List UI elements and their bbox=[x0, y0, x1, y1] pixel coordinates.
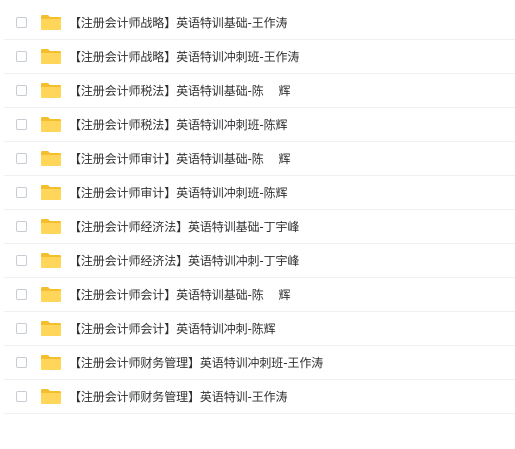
row-checkbox[interactable] bbox=[16, 289, 27, 300]
file-row[interactable]: 【注册会计师经济法】英语特训基础-丁宇峰 bbox=[4, 210, 515, 244]
file-row[interactable]: 【注册会计师财务管理】英语特训-王作涛 bbox=[4, 380, 515, 414]
row-checkbox[interactable] bbox=[16, 187, 27, 198]
folder-icon bbox=[40, 388, 62, 405]
file-name[interactable]: 【注册会计师审计】英语特训基础-陈 辉 bbox=[69, 152, 290, 166]
file-name[interactable]: 【注册会计师会计】英语特训冲刺-陈辉 bbox=[69, 322, 276, 336]
file-name[interactable]: 【注册会计师经济法】英语特训冲刺-丁宇峰 bbox=[69, 254, 299, 268]
row-checkbox[interactable] bbox=[16, 323, 27, 334]
row-checkbox[interactable] bbox=[16, 17, 27, 28]
row-checkbox[interactable] bbox=[16, 85, 27, 96]
file-name[interactable]: 【注册会计师会计】英语特训基础-陈 辉 bbox=[69, 288, 290, 302]
folder-icon bbox=[40, 252, 62, 269]
file-row[interactable]: 【注册会计师战略】英语特训基础-王作涛 bbox=[4, 6, 515, 40]
file-name[interactable]: 【注册会计师税法】英语特训基础-陈 辉 bbox=[69, 84, 290, 98]
folder-icon bbox=[40, 286, 62, 303]
folder-icon bbox=[40, 48, 62, 65]
file-row[interactable]: 【注册会计师战略】英语特训冲刺班-王作涛 bbox=[4, 40, 515, 74]
file-name[interactable]: 【注册会计师财务管理】英语特训冲刺班-王作涛 bbox=[69, 356, 323, 370]
file-name[interactable]: 【注册会计师战略】英语特训基础-王作涛 bbox=[69, 16, 288, 30]
file-row[interactable]: 【注册会计师审计】英语特训冲刺班-陈辉 bbox=[4, 176, 515, 210]
folder-icon bbox=[40, 14, 62, 31]
folder-icon bbox=[40, 184, 62, 201]
file-list: 【注册会计师战略】英语特训基础-王作涛 【注册会计师战略】英语特训冲刺班-王作涛【… bbox=[0, 6, 515, 449]
file-name[interactable]: 【注册会计师财务管理】英语特训-王作涛 bbox=[69, 390, 288, 404]
folder-icon bbox=[40, 82, 62, 99]
folder-icon bbox=[40, 320, 62, 337]
folder-icon bbox=[40, 218, 62, 235]
file-row[interactable]: 【注册会计师会计】英语特训冲刺-陈辉 bbox=[4, 312, 515, 346]
file-row[interactable]: 【注册会计师经济法】英语特训冲刺-丁宇峰 bbox=[4, 244, 515, 278]
row-checkbox[interactable] bbox=[16, 255, 27, 266]
file-name[interactable]: 【注册会计师税法】英语特训冲刺班-陈辉 bbox=[69, 118, 288, 132]
file-row[interactable]: 【注册会计师会计】英语特训基础-陈 辉 bbox=[4, 278, 515, 312]
file-row[interactable]: 【注册会计师财务管理】英语特训冲刺班-王作涛 bbox=[4, 346, 515, 380]
folder-icon bbox=[40, 116, 62, 133]
file-name[interactable]: 【注册会计师审计】英语特训冲刺班-陈辉 bbox=[69, 186, 288, 200]
row-checkbox[interactable] bbox=[16, 357, 27, 368]
row-checkbox[interactable] bbox=[16, 391, 27, 402]
file-name[interactable]: 【注册会计师经济法】英语特训基础-丁宇峰 bbox=[69, 220, 299, 234]
folder-icon bbox=[40, 150, 62, 167]
row-checkbox[interactable] bbox=[16, 221, 27, 232]
row-checkbox[interactable] bbox=[16, 153, 27, 164]
row-checkbox[interactable] bbox=[16, 51, 27, 62]
file-row[interactable]: 【注册会计师税法】英语特训冲刺班-陈辉 bbox=[4, 108, 515, 142]
row-checkbox[interactable] bbox=[16, 119, 27, 130]
file-name[interactable]: 【注册会计师战略】英语特训冲刺班-王作涛 bbox=[69, 50, 299, 64]
file-row[interactable]: 【注册会计师税法】英语特训基础-陈 辉 bbox=[4, 74, 515, 108]
file-row[interactable]: 【注册会计师审计】英语特训基础-陈 辉 bbox=[4, 142, 515, 176]
folder-icon bbox=[40, 354, 62, 371]
